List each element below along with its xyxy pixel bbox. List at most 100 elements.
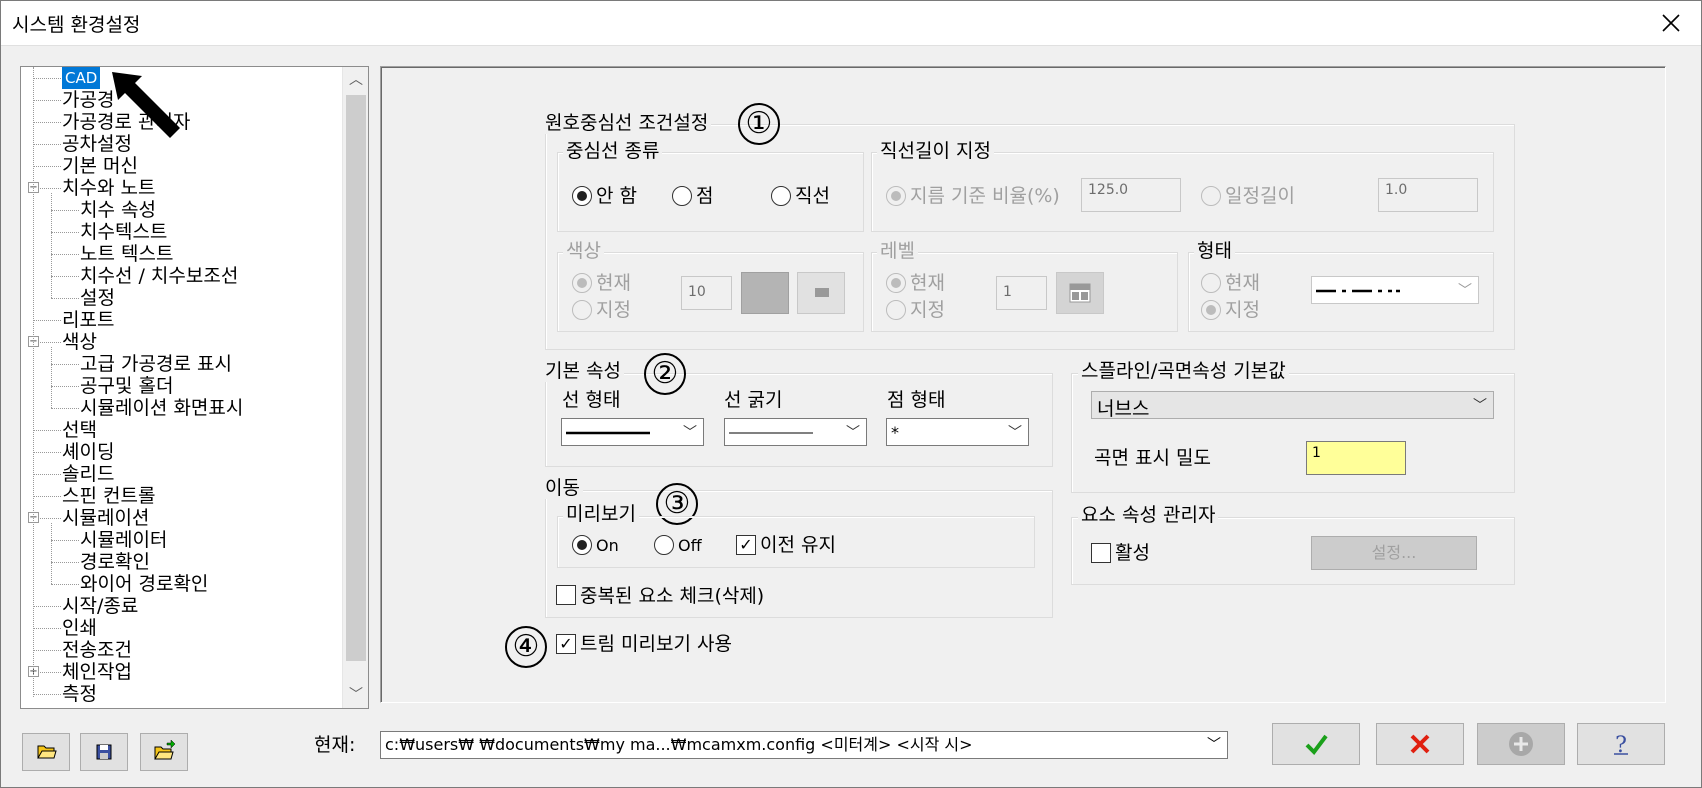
- color-specify-radio[interactable]: [572, 300, 592, 320]
- tree-item[interactable]: 셰이딩: [62, 441, 114, 463]
- tree-item[interactable]: CAD: [62, 67, 101, 89]
- attr-active-checkbox[interactable]: [1091, 543, 1111, 563]
- tree-item[interactable]: 시작/종료: [62, 595, 138, 617]
- scroll-thumb[interactable]: [346, 95, 366, 661]
- tree-connector: [33, 606, 61, 607]
- trim-preview-checkbox[interactable]: ✓: [556, 634, 576, 654]
- ok-button[interactable]: [1272, 723, 1360, 765]
- preview-on-label: On: [596, 536, 619, 555]
- dup-check-checkbox[interactable]: [556, 585, 576, 605]
- tree-guide-line: [51, 523, 52, 584]
- attr-manager-title: 요소 속성 관리자: [1078, 504, 1219, 526]
- scroll-down-icon[interactable]: ﹀: [343, 682, 368, 708]
- level-picker-button[interactable]: [1056, 272, 1104, 314]
- tree-item[interactable]: 치수와 노트: [62, 177, 155, 199]
- help-button[interactable]: ?: [1577, 723, 1665, 765]
- dup-check-label: 중복된 요소 체크(삭제): [580, 585, 765, 607]
- tree-item[interactable]: 전송조건: [62, 639, 132, 661]
- style-combo[interactable]: ﹀: [1311, 276, 1479, 304]
- settings-tree[interactable]: CAD 가공경 가공경로 관리자 공차설정 기본 머신 − 치수와 노트 치수 속성 치수텍스트…: [20, 66, 369, 709]
- level-icon: [1069, 283, 1091, 303]
- style-specify-radio[interactable]: [1201, 300, 1221, 320]
- color-value-field[interactable]: 10: [681, 276, 732, 310]
- fixed-length-field[interactable]: 1.0: [1378, 178, 1478, 212]
- tree-connector: [33, 78, 61, 79]
- tree-item[interactable]: 와이어 경로확인: [80, 573, 208, 595]
- tree-connector: [33, 474, 61, 475]
- centerline-line-radio[interactable]: [771, 186, 791, 206]
- keep-prev-checkbox[interactable]: ✓: [736, 535, 756, 555]
- tree-item[interactable]: 스핀 컨트롤: [62, 485, 155, 507]
- save-icon: [96, 744, 112, 760]
- tree-item[interactable]: 인쇄: [62, 617, 97, 639]
- scroll-up-icon[interactable]: ︿: [343, 67, 368, 93]
- close-icon[interactable]: [1656, 8, 1686, 38]
- line-width-label: 선 굵기: [724, 389, 783, 411]
- tree-connector: [33, 122, 61, 123]
- color-swatch[interactable]: [741, 272, 789, 314]
- tree-item[interactable]: 설정: [80, 287, 115, 309]
- tree-item[interactable]: 리포트: [62, 309, 114, 331]
- save-config-button[interactable]: [80, 733, 128, 771]
- preview-on-radio[interactable]: [572, 535, 592, 555]
- level-specify-radio[interactable]: [886, 300, 906, 320]
- chevron-down-icon: ﹀: [1207, 737, 1221, 753]
- line-style-combo[interactable]: ﹀: [561, 418, 704, 446]
- tree-item[interactable]: 경로확인: [80, 551, 150, 573]
- tree-scrollbar[interactable]: ︿ ﹀: [342, 67, 368, 708]
- tree-item[interactable]: 솔리드: [62, 463, 114, 485]
- tree-item[interactable]: 치수텍스트: [80, 221, 167, 243]
- color-current-radio[interactable]: [572, 273, 592, 293]
- line-style-label: 선 형태: [562, 389, 621, 411]
- tree-item[interactable]: 시뮬레이터: [80, 529, 167, 551]
- tree-item[interactable]: 체인작업: [62, 661, 132, 683]
- config-path-combo[interactable]: c:₩users₩ ₩documents₩my ma...₩mcamxm.con…: [380, 731, 1228, 759]
- centerline-none-radio[interactable]: [572, 186, 592, 206]
- centerline-point-radio[interactable]: [672, 186, 692, 206]
- tree-item[interactable]: 시뮬레이션 화면표시: [80, 397, 243, 419]
- preview-off-radio[interactable]: [654, 535, 674, 555]
- density-label: 곡면 표시 밀도: [1094, 447, 1211, 469]
- spline-type-combo[interactable]: 너브스 ﹀: [1091, 391, 1494, 420]
- ratio-radio[interactable]: [886, 186, 906, 206]
- tree-item[interactable]: 기본 머신: [62, 155, 138, 177]
- tree-connector: [33, 144, 61, 145]
- level-title: 레벨: [877, 240, 918, 262]
- tree-connector: [51, 562, 79, 563]
- tree-item[interactable]: 치수선 / 치수보조선: [80, 265, 238, 287]
- tree-item[interactable]: 가공경: [62, 89, 114, 111]
- add-button[interactable]: [1477, 723, 1565, 765]
- tree-connector: [33, 430, 61, 431]
- tree-guide-line: [51, 193, 52, 298]
- attr-settings-button[interactable]: 설정...: [1311, 536, 1477, 570]
- chevron-down-icon: ﹀: [1473, 398, 1487, 414]
- tree-item[interactable]: 공구및 홀더: [80, 375, 173, 397]
- ratio-field[interactable]: 125.0: [1081, 178, 1181, 212]
- annotation-4: ④: [505, 626, 547, 668]
- title-bar: 시스템 환경설정: [0, 0, 1702, 46]
- tree-item[interactable]: 시뮬레이션: [62, 507, 149, 529]
- move-title: 이동: [542, 477, 583, 499]
- style-title: 형태: [1194, 240, 1235, 262]
- checkmark-icon: [1305, 734, 1328, 756]
- line-width-combo[interactable]: ﹀: [724, 418, 867, 446]
- tree-item[interactable]: 고급 가공경로 표시: [80, 353, 232, 375]
- tree-item[interactable]: 치수 속성: [80, 199, 156, 221]
- merge-config-button[interactable]: [140, 733, 188, 771]
- thin-line-icon: [729, 432, 813, 434]
- color-picker-button[interactable]: [797, 272, 845, 314]
- point-style-combo[interactable]: * ﹀: [886, 418, 1029, 446]
- style-current-radio[interactable]: [1201, 273, 1221, 293]
- density-field[interactable]: 1: [1306, 441, 1406, 475]
- level-current-radio[interactable]: [886, 273, 906, 293]
- tree-item[interactable]: 색상: [62, 331, 97, 353]
- cancel-button[interactable]: [1376, 723, 1464, 765]
- tree-connector: [51, 276, 79, 277]
- fixed-length-radio[interactable]: [1201, 186, 1221, 206]
- solid-line-icon: [566, 431, 650, 435]
- tree-item[interactable]: 노트 텍스트: [80, 243, 173, 265]
- open-config-button[interactable]: [22, 733, 70, 771]
- level-value-field[interactable]: 1: [996, 276, 1047, 310]
- tree-item[interactable]: 측정: [62, 683, 97, 705]
- tree-item[interactable]: 선택: [62, 419, 97, 441]
